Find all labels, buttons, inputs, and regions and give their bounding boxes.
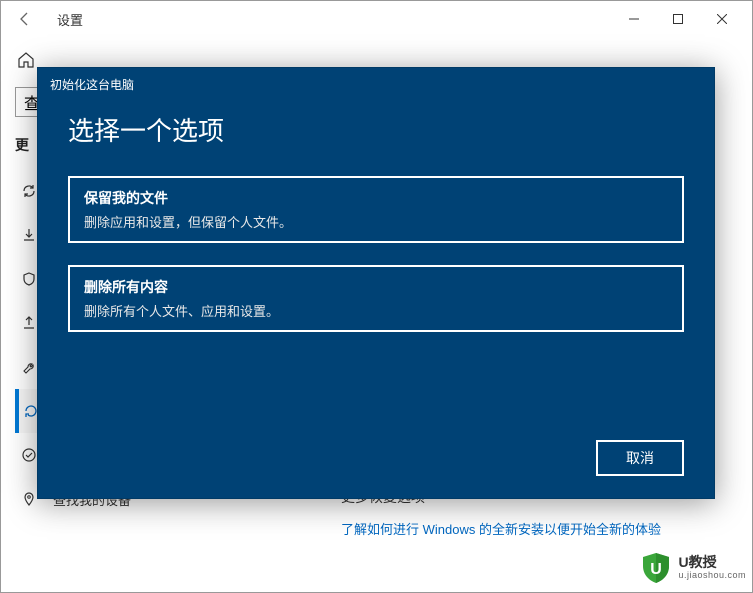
maximize-icon <box>673 14 683 24</box>
titlebar: 设置 <box>1 1 752 37</box>
cancel-button[interactable]: 取消 <box>596 440 684 476</box>
maximize-button[interactable] <box>656 4 700 34</box>
backup-icon <box>19 313 39 333</box>
dialog-footer: 取消 <box>38 424 714 498</box>
option-description: 删除所有个人文件、应用和设置。 <box>84 301 668 320</box>
check-circle-icon <box>19 445 39 465</box>
minimize-button[interactable] <box>612 4 656 34</box>
close-button[interactable] <box>700 4 744 34</box>
watermark-shield-icon: U <box>638 550 674 586</box>
dialog-heading: 选择一个选项 <box>68 111 684 148</box>
option-title: 保留我的文件 <box>84 188 668 208</box>
watermark-brand: U教授 <box>678 555 746 570</box>
dialog-title: 初始化这台电脑 <box>38 68 714 101</box>
reset-pc-dialog: 初始化这台电脑 选择一个选项 保留我的文件 删除应用和设置，但保留个人文件。 删… <box>37 67 715 499</box>
option-description: 删除应用和设置，但保留个人文件。 <box>84 212 668 231</box>
watermark-url: u.jiaoshou.com <box>678 571 746 581</box>
back-button[interactable] <box>9 3 41 35</box>
shield-icon <box>19 269 39 289</box>
location-icon <box>19 489 39 509</box>
watermark: U U教授 u.jiaoshou.com <box>638 550 746 586</box>
app-title: 设置 <box>57 10 83 29</box>
svg-text:U: U <box>651 561 663 578</box>
minimize-icon <box>629 14 639 24</box>
arrow-left-icon <box>17 11 33 27</box>
clean-install-link[interactable]: 了解如何进行 Windows 的全新安装以便开始全新的体验 <box>341 519 732 538</box>
sync-icon <box>19 181 39 201</box>
close-icon <box>717 14 727 24</box>
option-remove-everything[interactable]: 删除所有内容 删除所有个人文件、应用和设置。 <box>68 265 684 332</box>
home-icon <box>15 49 37 71</box>
wrench-icon <box>19 357 39 377</box>
window-controls <box>612 4 744 34</box>
settings-window: 设置 查 更 <box>0 0 753 593</box>
option-keep-files[interactable]: 保留我的文件 删除应用和设置，但保留个人文件。 <box>68 176 684 243</box>
option-title: 删除所有内容 <box>84 277 668 297</box>
dialog-body: 选择一个选项 保留我的文件 删除应用和设置，但保留个人文件。 删除所有内容 删除… <box>38 101 714 424</box>
delivery-icon <box>19 225 39 245</box>
watermark-text: U教授 u.jiaoshou.com <box>678 555 746 580</box>
